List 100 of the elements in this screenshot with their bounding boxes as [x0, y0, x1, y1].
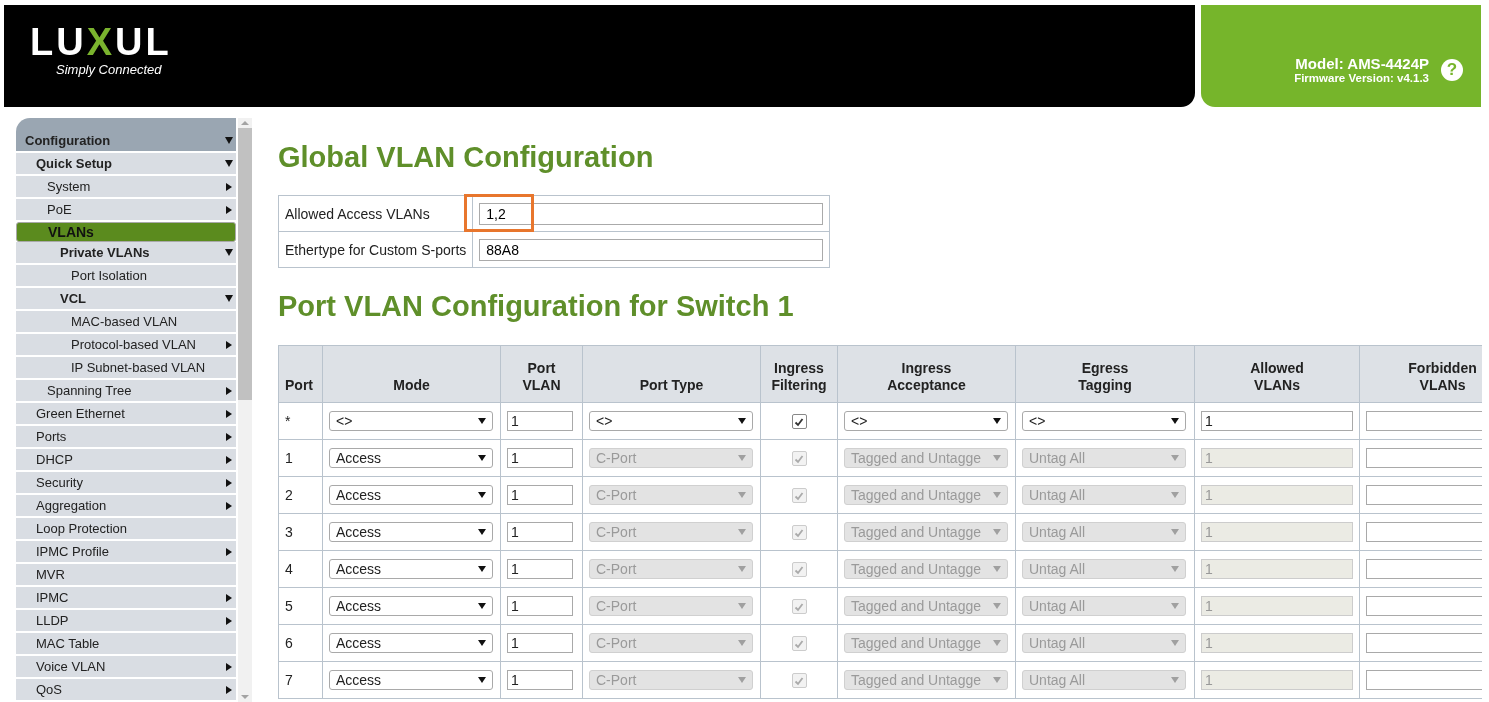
sidebar-item[interactable]: Spanning Tree [16, 380, 236, 403]
text-field[interactable] [1366, 559, 1482, 579]
right-triangle-icon[interactable] [226, 478, 232, 487]
column-header: Port Type [582, 345, 761, 403]
table-cell: 6 [278, 624, 323, 662]
text-field[interactable] [1366, 448, 1482, 468]
caret-icon [738, 529, 746, 535]
caret-icon [1171, 640, 1179, 646]
column-header: Ingress Acceptance [837, 345, 1016, 403]
sidebar-item[interactable]: QoS [16, 679, 236, 702]
right-triangle-icon[interactable] [226, 547, 232, 556]
right-triangle-icon[interactable] [226, 593, 232, 602]
table-cell: 1 [278, 439, 323, 477]
field-label: Allowed Access VLANs [278, 195, 473, 232]
right-triangle-icon[interactable] [226, 662, 232, 671]
text-field[interactable] [1366, 633, 1482, 653]
text-field[interactable]: 88A8 [479, 238, 824, 261]
dropdown[interactable]: <> [589, 411, 753, 431]
caret-icon [1171, 492, 1179, 498]
caret-icon [1171, 529, 1179, 535]
section-title: Port VLAN Configuration for Switch 1 [278, 290, 795, 323]
sidebar-item[interactable]: Quick Setup [16, 153, 236, 176]
checkbox[interactable] [791, 414, 807, 430]
caret-icon [738, 603, 746, 609]
sidebar-item[interactable]: LLDP [16, 610, 236, 633]
right-triangle-icon[interactable] [226, 501, 232, 510]
dropdown[interactable]: <> [844, 411, 1008, 431]
caret-icon [993, 418, 1001, 424]
caret-icon [993, 677, 1001, 683]
sidebar-item[interactable]: IP Subnet-based VLAN [16, 357, 236, 380]
right-triangle-icon[interactable] [226, 685, 232, 694]
firmware-label: Firmware Version: v4.1.3 [1294, 72, 1429, 85]
page-title: Global VLAN Configuration [278, 141, 655, 174]
sidebar-item[interactable]: Configuration [16, 118, 236, 153]
caret-icon [993, 603, 1001, 609]
model-label: Model: AMS-4424P [1294, 55, 1429, 72]
sidebar-item[interactable]: Ports [16, 426, 236, 449]
column-header: Allowed VLANs [1194, 345, 1360, 403]
sidebar-item[interactable]: MAC Table [16, 633, 236, 656]
sidebar-item[interactable]: IPMC Profile [16, 541, 236, 564]
sidebar-item[interactable]: MVR [16, 564, 236, 587]
caret-icon [478, 640, 486, 646]
table-cell: * [278, 402, 323, 440]
column-header: Forbidden VLANs [1359, 345, 1482, 403]
caret-icon [1171, 418, 1179, 424]
caret-icon [1171, 677, 1179, 683]
right-triangle-icon[interactable] [226, 205, 232, 214]
column-header: Port [278, 345, 323, 403]
field-label: Ethertype for Custom S-ports [278, 231, 473, 268]
sidebar-item[interactable]: Private VLANs [16, 242, 236, 265]
right-triangle-icon[interactable] [226, 386, 232, 395]
sidebar-item[interactable]: IPMC [16, 587, 236, 610]
table-cell: 5 [278, 587, 323, 625]
caret-icon [993, 640, 1001, 646]
text-field[interactable]: 1,2 [479, 202, 824, 225]
right-triangle-icon[interactable] [226, 340, 232, 349]
text-field[interactable] [1366, 670, 1482, 690]
text-field[interactable]: 1 [1201, 411, 1353, 431]
sidebar-item[interactable]: PoE [16, 199, 236, 222]
column-header: Egress Tagging [1015, 345, 1195, 403]
right-triangle-icon[interactable] [226, 616, 232, 625]
right-triangle-icon[interactable] [226, 432, 232, 441]
caret-icon [478, 418, 486, 424]
logo: LUXUL [30, 21, 172, 62]
sidebar-item[interactable]: Loop Protection [16, 518, 236, 541]
text-field[interactable] [1366, 522, 1482, 542]
sidebar-item[interactable]: System [16, 176, 236, 199]
dropdown[interactable]: <> [1022, 411, 1186, 431]
sidebar-item[interactable]: Green Ethernet [16, 403, 236, 426]
caret-icon [993, 566, 1001, 572]
sidebar-item[interactable]: Security [16, 472, 236, 495]
caret-icon [993, 455, 1001, 461]
sidebar-item[interactable]: DHCP [16, 449, 236, 472]
sidebar-item[interactable]: Voice VLAN [16, 656, 236, 679]
sidebar-item[interactable]: MAC-based VLAN [16, 311, 236, 334]
caret-icon [738, 677, 746, 683]
sidebar-item[interactable]: Aggregation [16, 495, 236, 518]
table-cell: 2 [278, 476, 323, 514]
column-header: Mode [322, 345, 501, 403]
caret-icon [478, 455, 486, 461]
caret-icon [478, 529, 486, 535]
text-field[interactable] [1366, 485, 1482, 505]
text-field[interactable] [1366, 596, 1482, 616]
text-field[interactable]: 1 [507, 411, 573, 431]
scrollbar-thumb[interactable] [238, 128, 252, 400]
right-triangle-icon[interactable] [226, 455, 232, 464]
right-triangle-icon[interactable] [226, 409, 232, 418]
dropdown[interactable]: <> [329, 411, 493, 431]
sidebar-item[interactable]: Port Isolation [16, 265, 236, 288]
sidebar-item[interactable]: Protocol-based VLAN [16, 334, 236, 357]
scrollbar[interactable] [238, 118, 252, 702]
table-cell: 4 [278, 550, 323, 588]
caret-icon [738, 492, 746, 498]
caret-icon [478, 492, 486, 498]
sidebar-item[interactable]: VCL [16, 288, 236, 311]
table-cell: 7 [278, 661, 323, 699]
text-field[interactable] [1366, 411, 1482, 431]
logo-tagline: Simply Connected [56, 61, 162, 77]
right-triangle-icon[interactable] [226, 182, 232, 191]
sidebar-item[interactable]: VLANs [16, 222, 236, 242]
